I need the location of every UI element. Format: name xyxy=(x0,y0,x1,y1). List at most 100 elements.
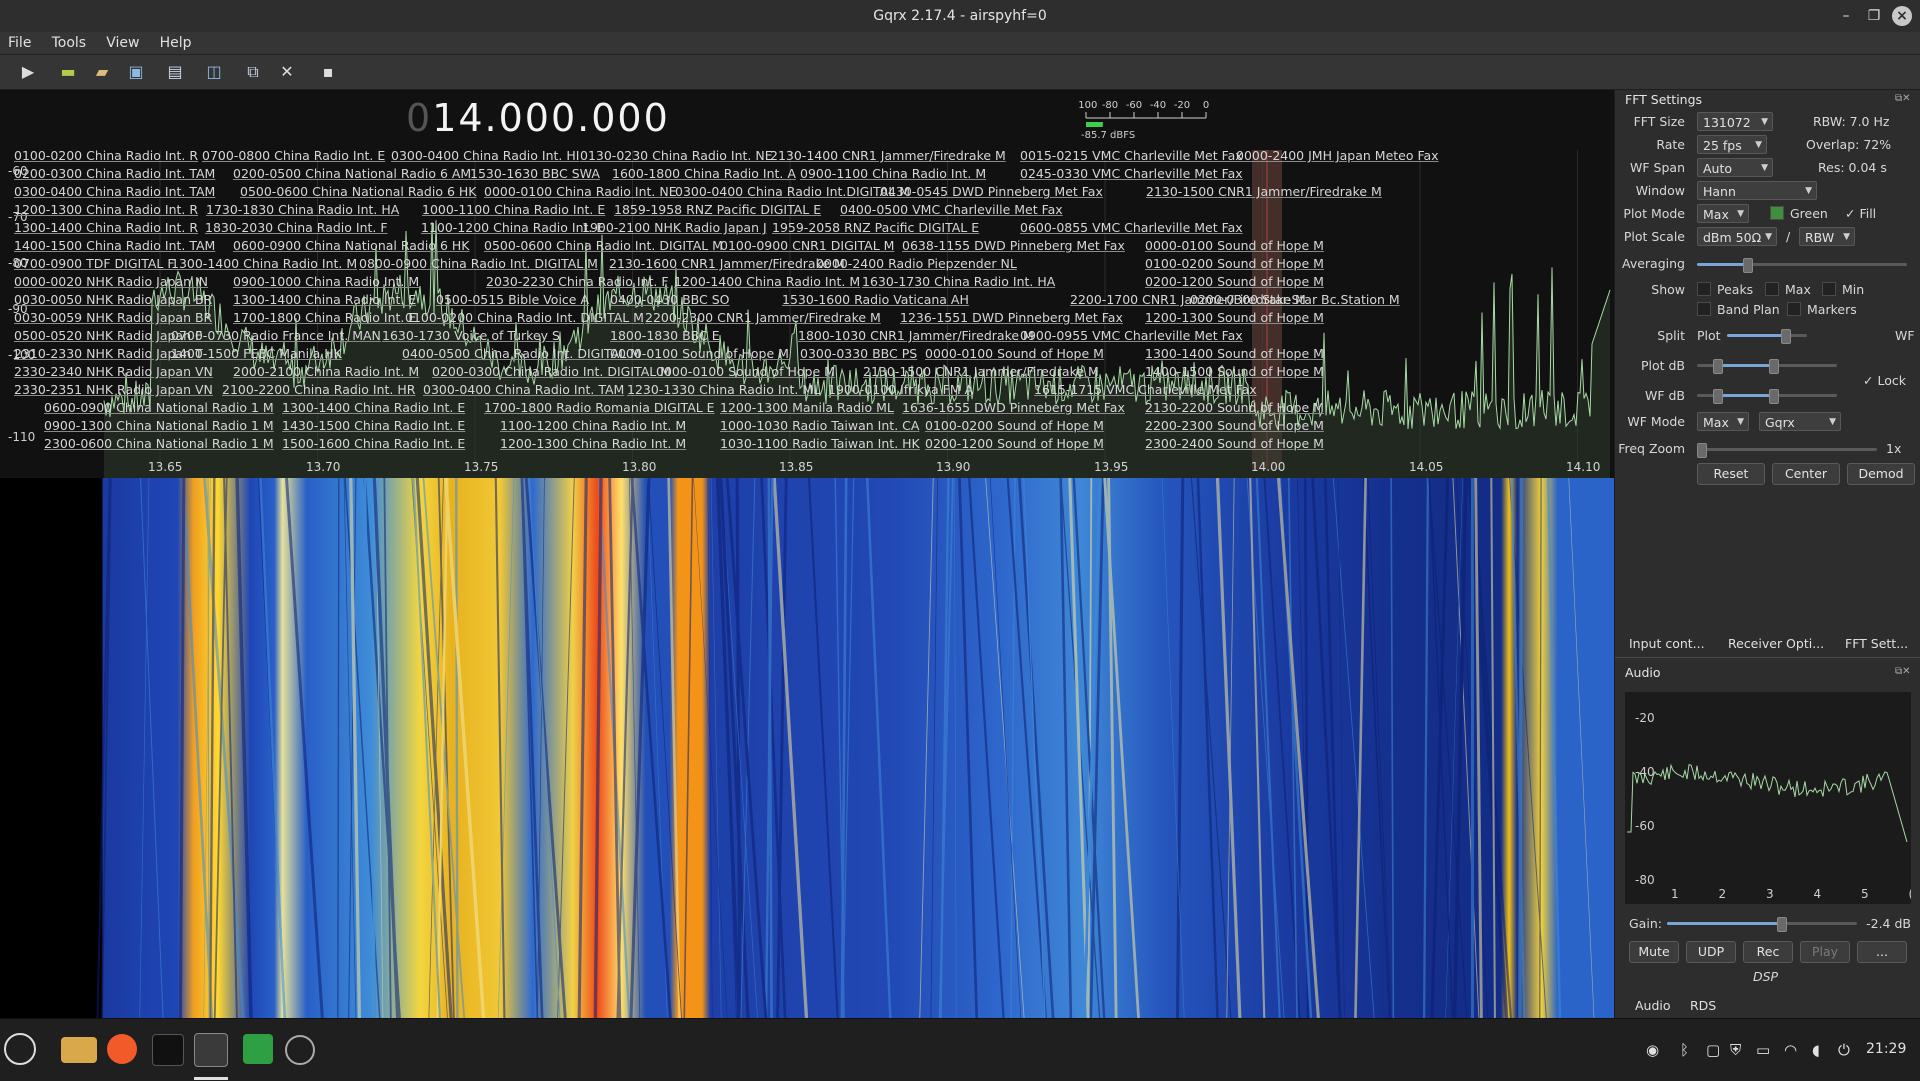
gain-knob[interactable] xyxy=(1777,917,1787,932)
bookmark-label[interactable]: 0300-0400 China Radio Int. TAM xyxy=(423,382,624,397)
display-icon[interactable]: ▭ xyxy=(1756,1041,1770,1059)
plot-icon[interactable]: ◫ xyxy=(202,60,226,84)
maximize-button[interactable]: ❐ xyxy=(1864,6,1884,26)
dock-float-close-icons[interactable]: ⧉✕ xyxy=(1895,666,1911,677)
bookmark-label[interactable]: 1630-1730 Voice of Turkey S xyxy=(382,328,560,343)
bookmark-label[interactable]: 1300-1400 China Radio Int. M xyxy=(171,256,357,271)
bookmark-label[interactable]: 0500-0600 China National Radio 6 HK xyxy=(240,184,476,199)
frequency-value[interactable]: 14.000.000 xyxy=(432,96,670,140)
bookmark-label[interactable]: 0400-0430 BBC SO xyxy=(610,292,730,307)
bookmark-label[interactable]: 0000-2400 JMH Japan Meteo Fax xyxy=(1236,148,1439,163)
tab-receiver-options[interactable]: Receiver Opti... xyxy=(1728,636,1824,651)
markers-checkbox[interactable]: Markers xyxy=(1787,302,1857,317)
close-button[interactable]: × xyxy=(1892,6,1912,26)
bookmark-label[interactable]: 1600-1800 China Radio Int. A xyxy=(612,166,796,181)
bookmark-label[interactable]: 1200-1300 Sound of Hope M xyxy=(1145,310,1324,325)
bookmark-label[interactable]: 0000-0100 Sound of Hope M xyxy=(656,364,835,379)
spreadsheet-icon[interactable] xyxy=(243,1034,273,1064)
bookmark-label[interactable]: 1400-1500 Sound of Hope M xyxy=(1145,364,1324,379)
bookmark-label[interactable]: 1700-1800 China Radio Int. E xyxy=(233,310,416,325)
bookmark-label[interactable]: 2200-2300 CNR1 Jammer/Firedrake M xyxy=(645,310,881,325)
wifi-icon[interactable]: ◠ xyxy=(1784,1041,1797,1059)
settings-icon[interactable]: ✕ xyxy=(275,60,299,84)
bookmark-label[interactable]: 1700-1800 Radio Romania DIGITAL E xyxy=(484,400,715,415)
save-icon[interactable]: ▣ xyxy=(124,60,148,84)
bookmark-label[interactable]: 1830-2030 China Radio Int. F xyxy=(205,220,388,235)
clock-app-icon[interactable] xyxy=(285,1035,315,1065)
bookmark-label[interactable]: 1030-1100 Radio Taiwan Int. HK xyxy=(720,436,920,451)
tab-input-controls[interactable]: Input cont... xyxy=(1629,636,1705,651)
bookmark-label[interactable]: 0100-0200 China Radio Int. DIGITAL M xyxy=(405,310,644,325)
shield-icon[interactable]: ⛨ xyxy=(1730,1041,1741,1059)
bookmark-label[interactable]: 1400-1500 FEBC Manila HK xyxy=(171,346,342,361)
play-icon[interactable]: ▶ xyxy=(16,60,40,84)
bookmark-label[interactable]: 2030-2230 China Radio Int. F xyxy=(486,274,669,289)
bluetooth-icon[interactable]: ᛒ xyxy=(1680,1041,1689,1059)
bookmark-label[interactable]: 2100-2200 China Radio Int. HR xyxy=(222,382,415,397)
bookmark-label[interactable]: 0600-0900 China National Radio 1 M xyxy=(44,400,274,415)
bookmark-label[interactable]: 2200-2300 Sound of Hope M xyxy=(1145,418,1324,433)
bookmark-label[interactable]: 1230-1330 China Radio Int. ML xyxy=(627,382,820,397)
bookmark-label[interactable]: 1530-1630 BBC SWA xyxy=(470,166,600,181)
plot-db-min-knob[interactable] xyxy=(1713,359,1723,374)
bookmark-label[interactable]: 1530-1600 Radio Vaticana AH xyxy=(782,292,969,307)
bookmark-label[interactable]: 0900-1000 China Radio Int. M xyxy=(233,274,419,289)
frequency-display[interactable]: 014.000.000 xyxy=(406,96,670,140)
bookmark-label[interactable]: 1236-1551 DWD Pinneberg Met Fax xyxy=(900,310,1123,325)
bookmark-label[interactable]: 1300-1400 China Radio Int. E xyxy=(233,292,416,307)
bookmark-label[interactable]: 2130-1500 CNR1 Jammer/Firedrake M xyxy=(1146,184,1382,199)
bookmark-label[interactable]: 0100-0200 Sound of Hope M xyxy=(1145,256,1324,271)
power-icon[interactable]: ⏻ xyxy=(1838,1041,1850,1059)
wf-mode-select[interactable]: Max▼ xyxy=(1697,412,1749,431)
bookmark-label[interactable]: 1430-1500 China Radio Int. E xyxy=(282,418,465,433)
bookmark-label[interactable]: 0200-1200 Sound of Hope M xyxy=(925,436,1104,451)
bookmark-label[interactable]: 0130-0230 China Radio Int. NE xyxy=(580,148,773,163)
bookmark-label[interactable]: 0700-0800 China Radio Int. E xyxy=(202,148,385,163)
menu-view[interactable]: View xyxy=(98,32,147,54)
bookmark-label[interactable]: 0800-0900 China Radio Int. DIGITAL M xyxy=(359,256,598,271)
bookmark-label[interactable]: 0200-1200 Sound of Hope M xyxy=(1145,274,1324,289)
bookmark-label[interactable]: 1200-1300 China Radio Int. M xyxy=(500,436,686,451)
bookmark-label[interactable]: 0600-0855 VMC Charleville Met Fax xyxy=(1020,220,1243,235)
bookmark-label[interactable]: 0200-0300 China Radio Int. TAM xyxy=(14,166,215,181)
bookmark-label[interactable]: 0700-0730 Radio France Int. MAN xyxy=(171,328,381,343)
bookmark-label[interactable]: 0900-0955 VMC Charleville Met Fax xyxy=(1020,328,1243,343)
bookmark-label[interactable]: 0015-0215 VMC Charleville Met Fax xyxy=(1020,148,1243,163)
open-icon[interactable]: ▰ xyxy=(90,60,114,84)
plot-mode-select[interactable]: Max▼ xyxy=(1697,204,1749,223)
menu-tools[interactable]: Tools xyxy=(44,32,95,54)
spectrum-plot[interactable]: 014.000.000 -100-80-60-40-200 -85.7 dBFS… xyxy=(0,90,1614,478)
bookmark-label[interactable]: 1615-1715 VMC Charleville Met Fax xyxy=(1034,382,1257,397)
bookmark-label[interactable]: 0100-0200 Sound of Hope M xyxy=(925,418,1104,433)
hardware-icon[interactable]: ▬ xyxy=(56,60,80,84)
bookmark-label[interactable]: 1200-1400 China Radio Int. M xyxy=(674,274,860,289)
bookmark-label[interactable]: 2000-2100 China Radio Int. M xyxy=(233,364,419,379)
bookmark-label[interactable]: 1100-1200 China Radio Int. E xyxy=(421,220,604,235)
wf-span-select[interactable]: Auto▼ xyxy=(1697,158,1773,177)
bookmark-label[interactable]: 1400-1500 China Radio Int. TAM xyxy=(14,238,215,253)
gain-slider[interactable] xyxy=(1667,922,1857,925)
bookmark-label[interactable]: 1900-2100 NHK Radio Japan J xyxy=(582,220,767,235)
tab-audio[interactable]: Audio xyxy=(1635,998,1671,1013)
wf-palette-select[interactable]: Gqrx▼ xyxy=(1759,412,1841,431)
remote-icon[interactable]: ⧉ xyxy=(241,60,265,84)
bookmark-label[interactable]: 0245-0330 VMC Charleville Met Fax xyxy=(1020,166,1243,181)
dock-float-close-icons[interactable]: ⧉✕ xyxy=(1895,93,1911,104)
bookmark-label[interactable]: 1800-1830 BBC E xyxy=(610,328,720,343)
rbw-select[interactable]: RBW▼ xyxy=(1799,227,1855,246)
bookmark-label[interactable]: 0030-0050 NHK Radio Japan BR xyxy=(14,292,212,307)
bookmark-label[interactable]: 1630-1730 China Radio Int. HA xyxy=(862,274,1055,289)
demod-button[interactable]: Demod xyxy=(1847,463,1915,485)
reset-button[interactable]: Reset xyxy=(1697,463,1765,485)
update-manager-icon[interactable]: ◉ xyxy=(1646,1041,1659,1059)
max-checkbox[interactable]: Max xyxy=(1765,282,1811,297)
peaks-checkbox[interactable]: Peaks xyxy=(1697,282,1753,297)
bookmark-label[interactable]: 0600-0900 China National Radio 6 HK xyxy=(233,238,469,253)
minimize-button[interactable]: – xyxy=(1836,6,1856,26)
bookmark-label[interactable]: 0300-0400 China Radio Int. HI xyxy=(391,148,579,163)
play-button[interactable]: Play xyxy=(1800,941,1850,963)
bookmark-label[interactable]: 0430-0545 DWD Pinneberg Met Fax xyxy=(880,184,1103,199)
bookmark-label[interactable]: 1000-1100 China Radio Int. E xyxy=(422,202,605,217)
bookmark-label[interactable]: 1100-1200 China Radio Int. M xyxy=(500,418,686,433)
bookmark-label[interactable]: 0030-0059 NHK Radio Japan BR xyxy=(14,310,212,325)
